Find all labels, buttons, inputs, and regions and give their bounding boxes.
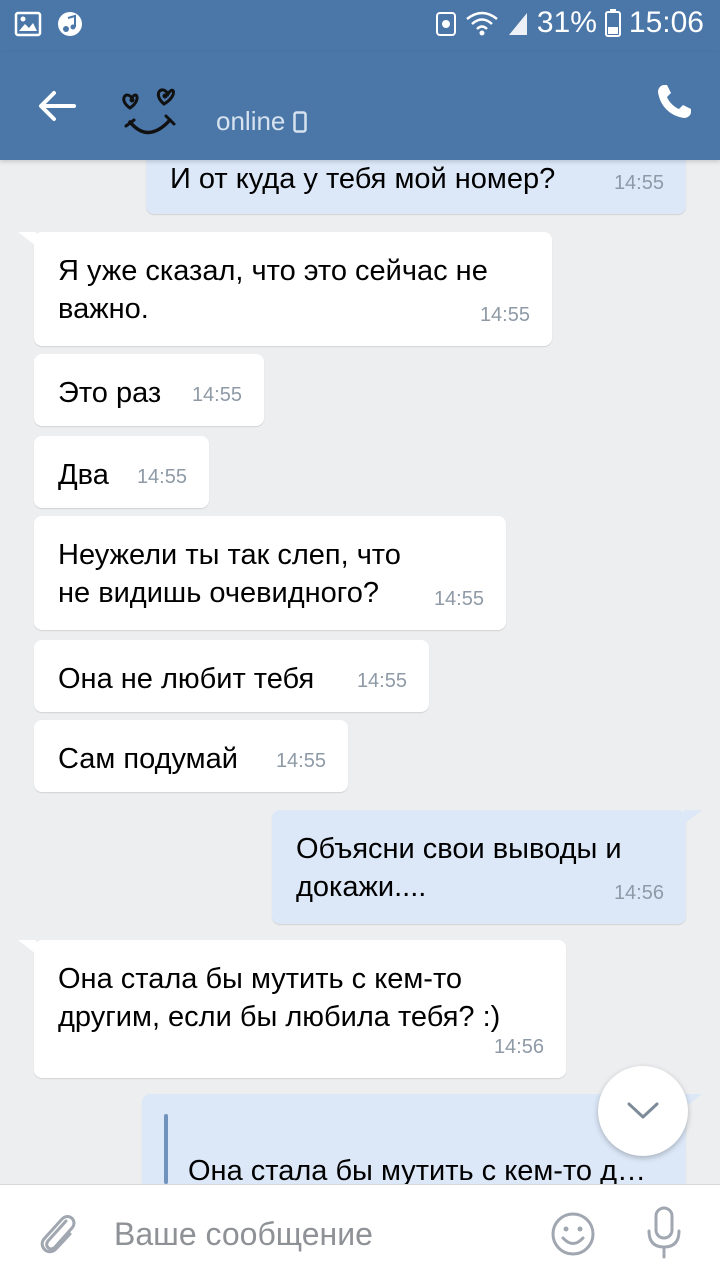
message-outgoing[interactable]: Объясни свои выводы и докажи.... 14:56 <box>272 810 702 924</box>
message-time: 14:55 <box>613 172 664 194</box>
message-outgoing[interactable]: И от куда у тебя мой номер? 14:55 <box>146 160 686 214</box>
gallery-notification-icon <box>14 11 42 37</box>
data-saver-icon <box>435 12 456 36</box>
message-text: Два <box>58 459 109 491</box>
message-input[interactable] <box>114 1211 514 1257</box>
message-text: Я уже сказал, что это сейчас не важно. <box>58 255 488 325</box>
message-time: 14:55 <box>275 750 326 772</box>
message-text: Объясни свои выводы и докажи.... <box>296 833 622 903</box>
paperclip-icon[interactable] <box>36 1209 80 1259</box>
message-incoming[interactable]: Она стала бы мутить с кем-то другим, есл… <box>18 940 566 1078</box>
chevron-down-icon <box>627 1102 659 1119</box>
quoted-message-text: Она стала бы мутить с кем-то д… <box>188 1155 647 1184</box>
mobile-device-icon <box>293 110 308 133</box>
message-incoming[interactable]: Я уже сказал, что это сейчас не важно. 1… <box>18 232 552 346</box>
quote-bar <box>164 1114 168 1184</box>
clock: 15:06 <box>628 6 704 39</box>
message-text: Неужели ты так слеп, что не видишь очеви… <box>58 539 401 609</box>
battery-icon <box>604 9 621 37</box>
message-incoming[interactable]: Неужели ты так слеп, что не видишь очеви… <box>34 516 506 630</box>
message-time: 14:55 <box>479 304 530 326</box>
message-time: 14:55 <box>136 466 187 488</box>
message-incoming[interactable]: Два 14:55 <box>34 436 209 508</box>
contact-status: online <box>216 106 308 137</box>
chat-header: online <box>0 52 720 160</box>
message-text: Это раз <box>58 377 162 409</box>
arrow-left-icon[interactable] <box>30 82 84 130</box>
wifi-icon <box>466 11 498 36</box>
message-time: 14:55 <box>433 588 484 610</box>
message-time: 14:55 <box>191 384 242 406</box>
smiley-icon[interactable] <box>550 1211 596 1257</box>
message-time: 14:56 <box>613 882 664 904</box>
message-text: Сам подумай <box>58 743 238 775</box>
message-text: И от куда у тебя мой номер? <box>170 163 556 195</box>
message-time: 14:56 <box>493 1036 544 1058</box>
phone-icon[interactable] <box>654 82 694 122</box>
scroll-down-button[interactable] <box>598 1066 688 1156</box>
message-composer <box>0 1184 720 1280</box>
microphone-icon[interactable] <box>644 1205 684 1261</box>
message-incoming[interactable]: Сам подумай 14:55 <box>34 720 348 792</box>
message-time: 14:55 <box>356 670 407 692</box>
signal-icon <box>508 13 527 35</box>
message-text: Она стала бы мутить с кем-то другим, есл… <box>58 963 501 1033</box>
message-incoming[interactable]: Она не любит тебя 14:55 <box>34 640 429 712</box>
music-notification-icon <box>58 12 82 36</box>
message-incoming[interactable]: Это раз 14:55 <box>34 354 264 426</box>
status-bar: 31% 15:06 <box>0 0 720 52</box>
message-text: Она не любит тебя <box>58 663 315 695</box>
avatar[interactable] <box>118 78 190 150</box>
battery-percent: 31% <box>536 6 597 39</box>
message-list[interactable]: И от куда у тебя мой номер? 14:55 Я уже … <box>0 160 720 1184</box>
online-status-label: online <box>216 106 286 136</box>
